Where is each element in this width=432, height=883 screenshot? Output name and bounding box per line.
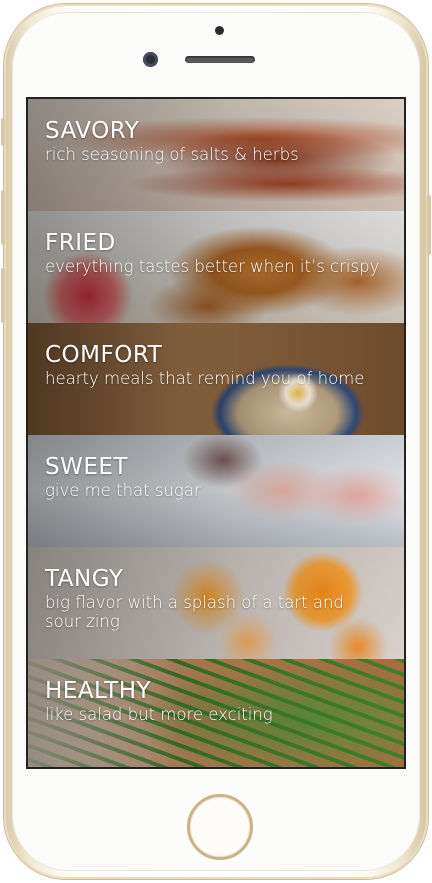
- category-subtitle: like salad but more exciting: [45, 705, 273, 724]
- category-sweet[interactable]: SWEET give me that sugar: [28, 435, 404, 547]
- category-tangy[interactable]: TANGY big flavor with a splash of a tart…: [28, 547, 404, 659]
- category-subtitle: rich seasoning of salts & herbs: [45, 145, 299, 164]
- home-button[interactable]: [187, 794, 253, 860]
- category-subtitle: big flavor with a splash of a tart and s…: [45, 593, 344, 631]
- side-button-right: [427, 195, 431, 255]
- category-subtitle: everything tastes better when it’s crisp…: [45, 257, 380, 276]
- proximity-sensor: [215, 26, 224, 35]
- category-title: HEALTHY: [45, 678, 152, 704]
- category-subtitle: hearty meals that remind you of home: [45, 369, 365, 388]
- category-title: FRIED: [45, 230, 116, 256]
- front-camera-icon: [143, 52, 158, 67]
- category-subtitle: give me that sugar: [45, 481, 201, 500]
- category-title: COMFORT: [45, 342, 163, 368]
- category-title: TANGY: [45, 566, 124, 592]
- side-button-left-1: [1, 118, 5, 146]
- category-title: SWEET: [45, 454, 128, 480]
- category-title: SAVORY: [45, 118, 140, 144]
- category-healthy[interactable]: HEALTHY like salad but more exciting: [28, 659, 404, 767]
- category-comfort[interactable]: COMFORT hearty meals that remind you of …: [28, 323, 404, 435]
- side-button-left-2: [1, 190, 5, 245]
- category-fried[interactable]: FRIED everything tastes better when it’s…: [28, 211, 404, 323]
- category-savory[interactable]: SAVORY rich seasoning of salts & herbs: [28, 99, 404, 211]
- earpiece-speaker-icon: [185, 56, 255, 63]
- side-button-left-3: [1, 268, 5, 323]
- app-screen: SAVORY rich seasoning of salts & herbs F…: [26, 97, 406, 769]
